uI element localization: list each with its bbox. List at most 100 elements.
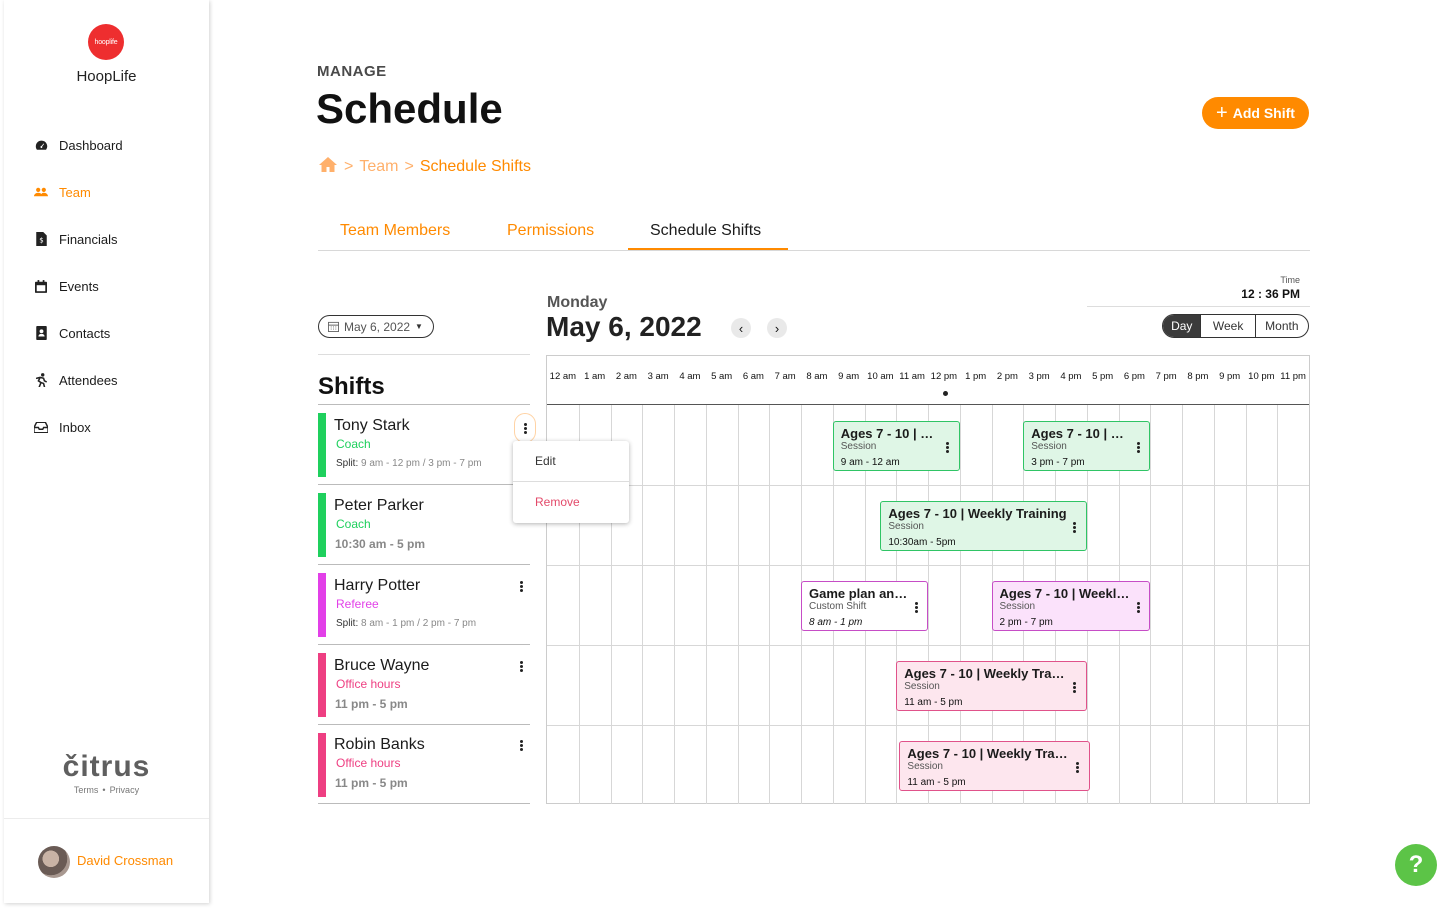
hour-gridline	[737, 405, 739, 804]
help-button[interactable]: ?	[1395, 844, 1437, 886]
event-options-button[interactable]	[1131, 598, 1145, 616]
sidebar-item-label: Team	[59, 184, 91, 200]
prev-day-button[interactable]: ‹	[731, 318, 751, 338]
dashboard-icon	[34, 138, 48, 152]
sidebar-item-financials[interactable]: $ Financials	[34, 227, 118, 251]
tab-team-members[interactable]: Team Members	[340, 222, 450, 240]
hour-label: 12 pm	[930, 371, 958, 382]
sidebar-item-team[interactable]: Team	[34, 180, 91, 204]
tabs-divider	[318, 250, 1310, 251]
shift-row-bruce-wayne[interactable]: Bruce Wayne Office hours 11 pm - 5 pm	[318, 644, 530, 724]
shift-row-harry-potter[interactable]: Harry Potter Referee Split: 8 am - 1 pm …	[318, 564, 530, 644]
hooplife-logo[interactable]: hooplife	[88, 24, 124, 60]
event-options-button[interactable]	[1071, 758, 1085, 776]
shift-color-bar	[318, 493, 326, 557]
view-day-button[interactable]: Day	[1163, 315, 1201, 337]
event-time: 2 pm - 7 pm	[999, 617, 1053, 628]
hour-gridline	[674, 405, 675, 804]
sidebar-item-contacts[interactable]: Contacts	[34, 321, 110, 345]
shift-employee-name: Bruce Wayne	[334, 657, 430, 674]
hour-label: 11 am	[899, 371, 925, 382]
breadcrumb-current: Schedule Shifts	[419, 158, 531, 175]
plus-icon: +	[1216, 102, 1228, 124]
split-label: Split:	[336, 458, 359, 469]
row-gridline	[547, 725, 1309, 726]
tab-permissions[interactable]: Permissions	[507, 222, 594, 240]
sidebar-item-attendees[interactable]: Attendees	[34, 368, 118, 392]
shift-hours: 11 pm - 5 pm	[335, 776, 408, 790]
shift-event[interactable]: Ages 7 - 10 | Weekly Training Session 11 a…	[899, 741, 1090, 791]
hour-label: 11 pm	[1280, 371, 1306, 382]
more-options-button[interactable]	[514, 413, 536, 443]
shift-role: Office hours	[336, 677, 401, 691]
event-time: 8 am - 1 pm	[809, 617, 863, 628]
shift-hours: 10:30 am - 5 pm	[335, 537, 426, 551]
shift-event[interactable]: Ages 7 - 10 | Weekly Training Session 11 a…	[896, 661, 1087, 711]
add-shift-label: Add Shift	[1232, 105, 1295, 121]
brand-name: HoopLife	[76, 68, 137, 85]
more-options-button[interactable]	[514, 657, 528, 675]
home-icon[interactable]	[318, 156, 338, 178]
shift-row-tony-stark[interactable]: Tony Stark Coach Split: 9 am - 12 pm / 3…	[318, 404, 536, 484]
date-picker-value: May 6, 2022	[344, 319, 411, 334]
next-day-button[interactable]: ›	[767, 318, 787, 338]
more-options-button[interactable]	[514, 736, 528, 754]
shift-event[interactable]: Ages 7 - 10 | Weekly... Session 2 pm - 7 p…	[991, 581, 1151, 631]
shift-role: Office hours	[336, 756, 401, 770]
time-divider	[1087, 306, 1310, 307]
split-times: 9 am - 12 pm / 3 pm - 7 pm	[361, 458, 482, 469]
terms-link[interactable]: Terms	[74, 785, 99, 795]
shift-event[interactable]: Ages 7 - 10 | W... Session 3 pm - 7 pm	[1023, 421, 1151, 471]
more-options-button[interactable]	[514, 577, 528, 595]
shift-split: Split: 8 am - 1 pm / 2 pm - 7 pm	[336, 618, 476, 629]
view-week-button[interactable]: Week	[1200, 315, 1254, 337]
tab-schedule-shifts[interactable]: Schedule Shifts	[650, 222, 761, 240]
hour-label: 9 pm	[1219, 371, 1241, 382]
breadcrumb-separator: >	[344, 158, 354, 175]
shift-role: Coach	[336, 517, 371, 531]
breadcrumb-team[interactable]: Team	[359, 158, 398, 176]
event-type: Session	[907, 761, 943, 772]
privacy-link[interactable]: Privacy	[110, 785, 140, 795]
shift-role: Coach	[336, 437, 371, 451]
shift-event[interactable]: Ages 7 - 10 | Weekly Training Session 10:3…	[880, 501, 1087, 551]
event-options-button[interactable]	[941, 438, 955, 456]
event-title: Ages 7 - 10 | Weekly Training	[907, 746, 1086, 761]
sidebar-item-dashboard[interactable]: Dashboard	[34, 133, 123, 157]
avatar[interactable]	[38, 846, 70, 878]
user-name[interactable]: David Crossman	[77, 853, 173, 868]
menu-item-edit[interactable]: Edit	[513, 441, 629, 481]
event-time: 10:30am - 5pm	[888, 537, 956, 548]
sidebar-item-events[interactable]: Events	[34, 274, 99, 298]
kebab-icon	[1076, 765, 1080, 769]
view-month-button[interactable]: Month	[1254, 315, 1308, 337]
shift-event[interactable]: Game plan and... Custom Shift 8 am - 1 pm	[801, 581, 928, 631]
hour-label: 8 am	[806, 371, 828, 382]
shift-employee-name: Harry Potter	[334, 577, 421, 594]
hour-gridline	[1182, 405, 1183, 804]
hour-label: 2 am	[615, 371, 637, 382]
row-gridline	[547, 485, 1309, 486]
chevron-left-icon: ‹	[738, 320, 744, 336]
event-options-button[interactable]	[909, 598, 923, 616]
shift-row-robin-banks[interactable]: Robin Banks Office hours 11 pm - 5 pm	[318, 724, 530, 804]
citrus-footer: čitrus Terms • Privacy	[4, 750, 209, 795]
shift-event[interactable]: Ages 7 - 10 | W... Session 9 am - 12 am	[832, 421, 960, 471]
kebab-icon	[1073, 525, 1077, 529]
date-picker[interactable]: May 6, 2022 ▼	[318, 315, 434, 338]
event-options-button[interactable]	[1068, 678, 1082, 696]
hour-label: 10 am	[867, 371, 894, 382]
hour-label: 8 pm	[1187, 371, 1209, 382]
event-title: Ages 7 - 10 | Weekly Training	[888, 506, 1067, 521]
chevron-right-icon: ›	[774, 320, 780, 336]
hour-gridline	[1245, 405, 1247, 804]
sidebar-item-inbox[interactable]: Inbox	[34, 415, 91, 439]
kebab-icon	[914, 605, 918, 609]
menu-item-remove[interactable]: Remove	[513, 482, 629, 522]
shift-row-peter-parker[interactable]: Peter Parker Coach 10:30 am - 5 pm	[318, 484, 530, 564]
sidebar-item-label: Contacts	[59, 325, 111, 341]
hour-label: 3 am	[647, 371, 669, 382]
event-options-button[interactable]	[1131, 438, 1145, 456]
add-shift-button[interactable]: + Add Shift	[1202, 97, 1309, 129]
event-options-button[interactable]	[1068, 518, 1082, 536]
